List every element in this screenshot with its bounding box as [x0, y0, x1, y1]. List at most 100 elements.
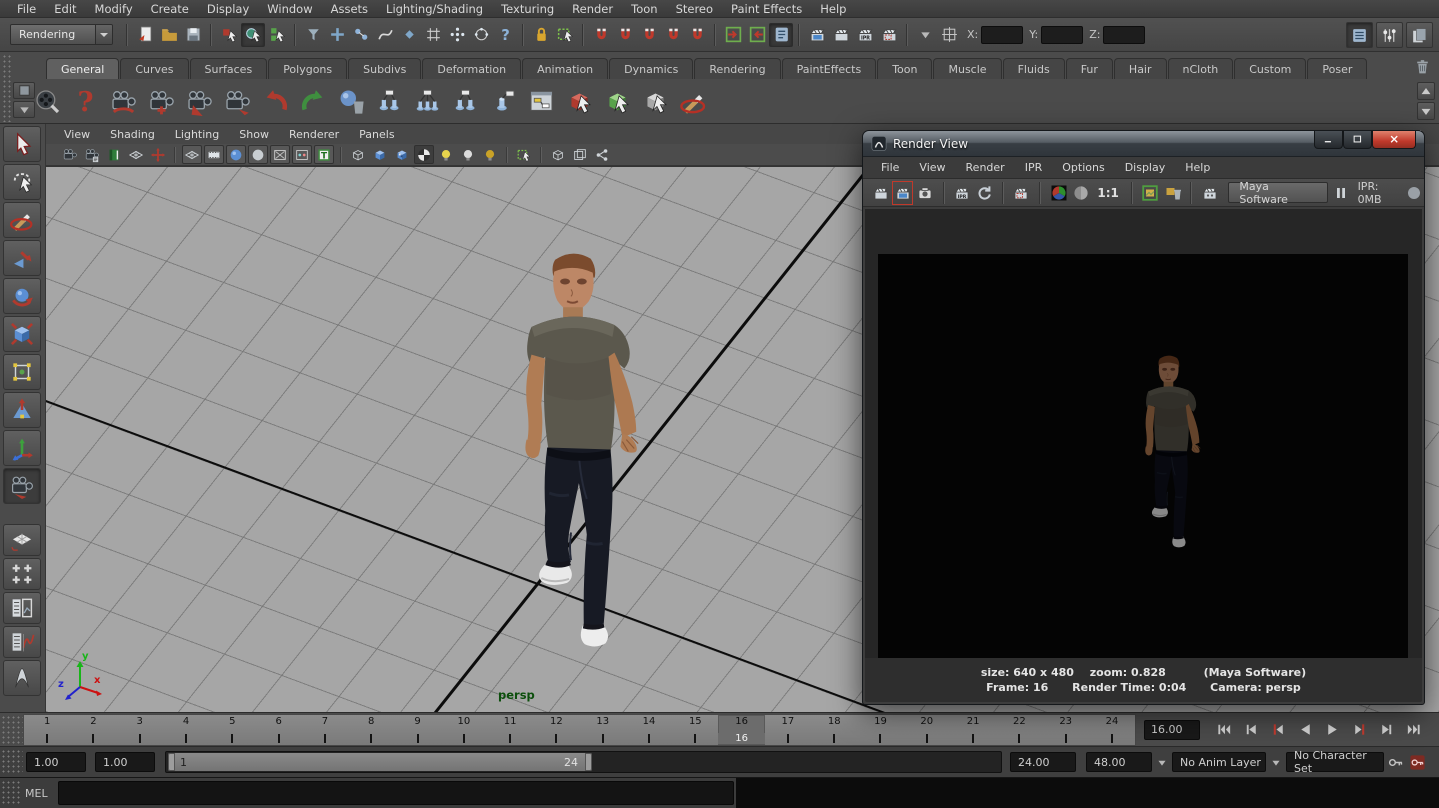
shelf-scroll-down-button[interactable] [1417, 102, 1435, 120]
lasso-select-tool-button[interactable] [3, 164, 41, 200]
specular-light-icon[interactable] [480, 145, 500, 164]
render-view-canvas[interactable] [865, 209, 1422, 658]
close-button[interactable] [1372, 131, 1416, 149]
paint-select-tool-button[interactable] [3, 202, 41, 238]
shelf-tab-fluids[interactable]: Fluids [1003, 58, 1065, 79]
play-forward-button[interactable] [1320, 719, 1344, 741]
construction-history-button[interactable] [769, 23, 793, 47]
camera-pan-icon[interactable] [148, 145, 168, 164]
snap-to-plane-magnet-icon[interactable] [661, 23, 685, 47]
move-tool-button[interactable] [3, 240, 41, 276]
snap-to-grid-magnet-icon[interactable] [589, 23, 613, 47]
flat-light-icon[interactable] [458, 145, 478, 164]
rgb-channels-button[interactable] [1049, 182, 1068, 204]
render-view-menu-view[interactable]: View [909, 159, 955, 176]
redo-icon[interactable] [296, 84, 330, 118]
select-hierarchy-mode-button[interactable] [217, 23, 241, 47]
shelf-tab-dynamics[interactable]: Dynamics [609, 58, 693, 79]
character-model[interactable] [486, 245, 654, 657]
panel-menu-view[interactable]: View [54, 126, 100, 143]
timeline-frame-12[interactable]: 12 [533, 715, 579, 745]
render-settings-button[interactable] [877, 23, 901, 47]
snap-to-curve-magnet-icon[interactable] [613, 23, 637, 47]
layout-single-persp-button[interactable] [3, 524, 41, 556]
keep-image-button[interactable] [1141, 182, 1160, 204]
soft-modification-tool-button[interactable] [3, 392, 41, 428]
poly-cube-stack-icon[interactable] [562, 84, 596, 118]
step-back-button[interactable] [1239, 719, 1263, 741]
minimize-button[interactable] [1314, 131, 1343, 149]
ipr-render-button[interactable]: IPR [953, 182, 972, 204]
snap-to-curve-icon[interactable] [373, 23, 397, 47]
poly-cube-icon[interactable] [600, 84, 634, 118]
sphere-delete-icon[interactable] [334, 84, 368, 118]
time-slider-grip[interactable] [1, 715, 23, 745]
lock-selection-icon[interactable] [529, 23, 553, 47]
default-light-icon[interactable] [436, 145, 456, 164]
time-ruler[interactable]: 1234567891011121314151616171819202122232… [23, 714, 1136, 746]
playback-end-field[interactable]: 24.00 [1010, 752, 1076, 772]
hypergraph-icon[interactable] [524, 84, 558, 118]
camera-attributes-icon[interactable] [82, 145, 102, 164]
command-language-toggle[interactable]: MEL [25, 787, 48, 800]
joint-tool-icon[interactable] [410, 84, 444, 118]
shelf-tab-surfaces[interactable]: Surfaces [190, 58, 268, 79]
snap-to-view-magnet-icon[interactable] [685, 23, 709, 47]
render-view-menu-display[interactable]: Display [1115, 159, 1176, 176]
selection-filter-icon[interactable] [301, 23, 325, 47]
animation-end-field[interactable]: 48.00 [1086, 752, 1152, 772]
red-question-icon[interactable]: ? [68, 84, 102, 118]
joint-chain-icon[interactable] [372, 84, 406, 118]
scale-tool-button[interactable] [3, 316, 41, 352]
playback-range-bar[interactable]: 1 24 [168, 753, 592, 771]
timeline-frame-18[interactable]: 18 [811, 715, 857, 745]
set-key-icon[interactable] [1384, 751, 1406, 773]
panel-menu-shading[interactable]: Shading [100, 126, 165, 143]
timeline-frame-9[interactable]: 9 [394, 715, 440, 745]
menu-create[interactable]: Create [142, 1, 198, 17]
panel-menu-renderer[interactable]: Renderer [279, 126, 349, 143]
range-start-handle[interactable] [168, 753, 175, 771]
timeline-frame-10[interactable]: 10 [441, 715, 487, 745]
timeline-frame-13[interactable]: 13 [580, 715, 626, 745]
render-view-menu-help[interactable]: Help [1175, 159, 1220, 176]
snapshot-button[interactable] [915, 182, 934, 204]
timeline-frame-8[interactable]: 8 [348, 715, 394, 745]
snap-to-plane-icon[interactable] [397, 23, 421, 47]
shelf-tab-custom[interactable]: Custom [1234, 58, 1306, 79]
play-backwards-button[interactable] [1293, 719, 1317, 741]
snap-to-points-icon[interactable] [445, 23, 469, 47]
panel-menu-panels[interactable]: Panels [349, 126, 404, 143]
character-set-dropdown-icon[interactable] [1268, 754, 1284, 770]
joint-single-icon[interactable] [486, 84, 520, 118]
make-live-icon[interactable] [553, 23, 577, 47]
layout-four-view-button[interactable] [3, 558, 41, 590]
render-view-menu-file[interactable]: File [871, 159, 909, 176]
universal-manipulator-button[interactable] [3, 354, 41, 390]
timeline-frame-19[interactable]: 19 [857, 715, 903, 745]
safe-action-icon[interactable] [292, 145, 312, 164]
menu-display[interactable]: Display [198, 1, 258, 17]
anim-layer-field[interactable]: No Anim Layer [1172, 752, 1266, 772]
shelf-tab-animation[interactable]: Animation [522, 58, 608, 79]
shelf-tab-fur[interactable]: Fur [1066, 58, 1113, 79]
undo-icon[interactable] [258, 84, 292, 118]
current-time-field[interactable]: 16.00 [1144, 720, 1200, 740]
gate-mask-icon[interactable] [248, 145, 268, 164]
rotate-tool-button[interactable] [3, 278, 41, 314]
shelf-tab-toon[interactable]: Toon [877, 58, 932, 79]
maximize-button[interactable] [1343, 131, 1372, 149]
shelf-tab-poser[interactable]: Poser [1307, 58, 1367, 79]
command-line-grip[interactable] [1, 780, 21, 806]
field-chart-icon[interactable] [270, 145, 290, 164]
camera-orbit-icon[interactable] [106, 84, 140, 118]
timeline-frame-4[interactable]: 4 [163, 715, 209, 745]
alpha-channel-button[interactable] [1071, 182, 1090, 204]
shelf-tab-ncloth[interactable]: nCloth [1168, 58, 1234, 79]
shelf-scroll-up-button[interactable] [1417, 82, 1435, 100]
camera-clap-icon[interactable] [220, 84, 254, 118]
shelf-tab-muscle[interactable]: Muscle [933, 58, 1001, 79]
movie-magnify-icon[interactable] [30, 84, 64, 118]
bookmark-icon[interactable] [104, 145, 124, 164]
new-scene-button[interactable] [133, 23, 157, 47]
